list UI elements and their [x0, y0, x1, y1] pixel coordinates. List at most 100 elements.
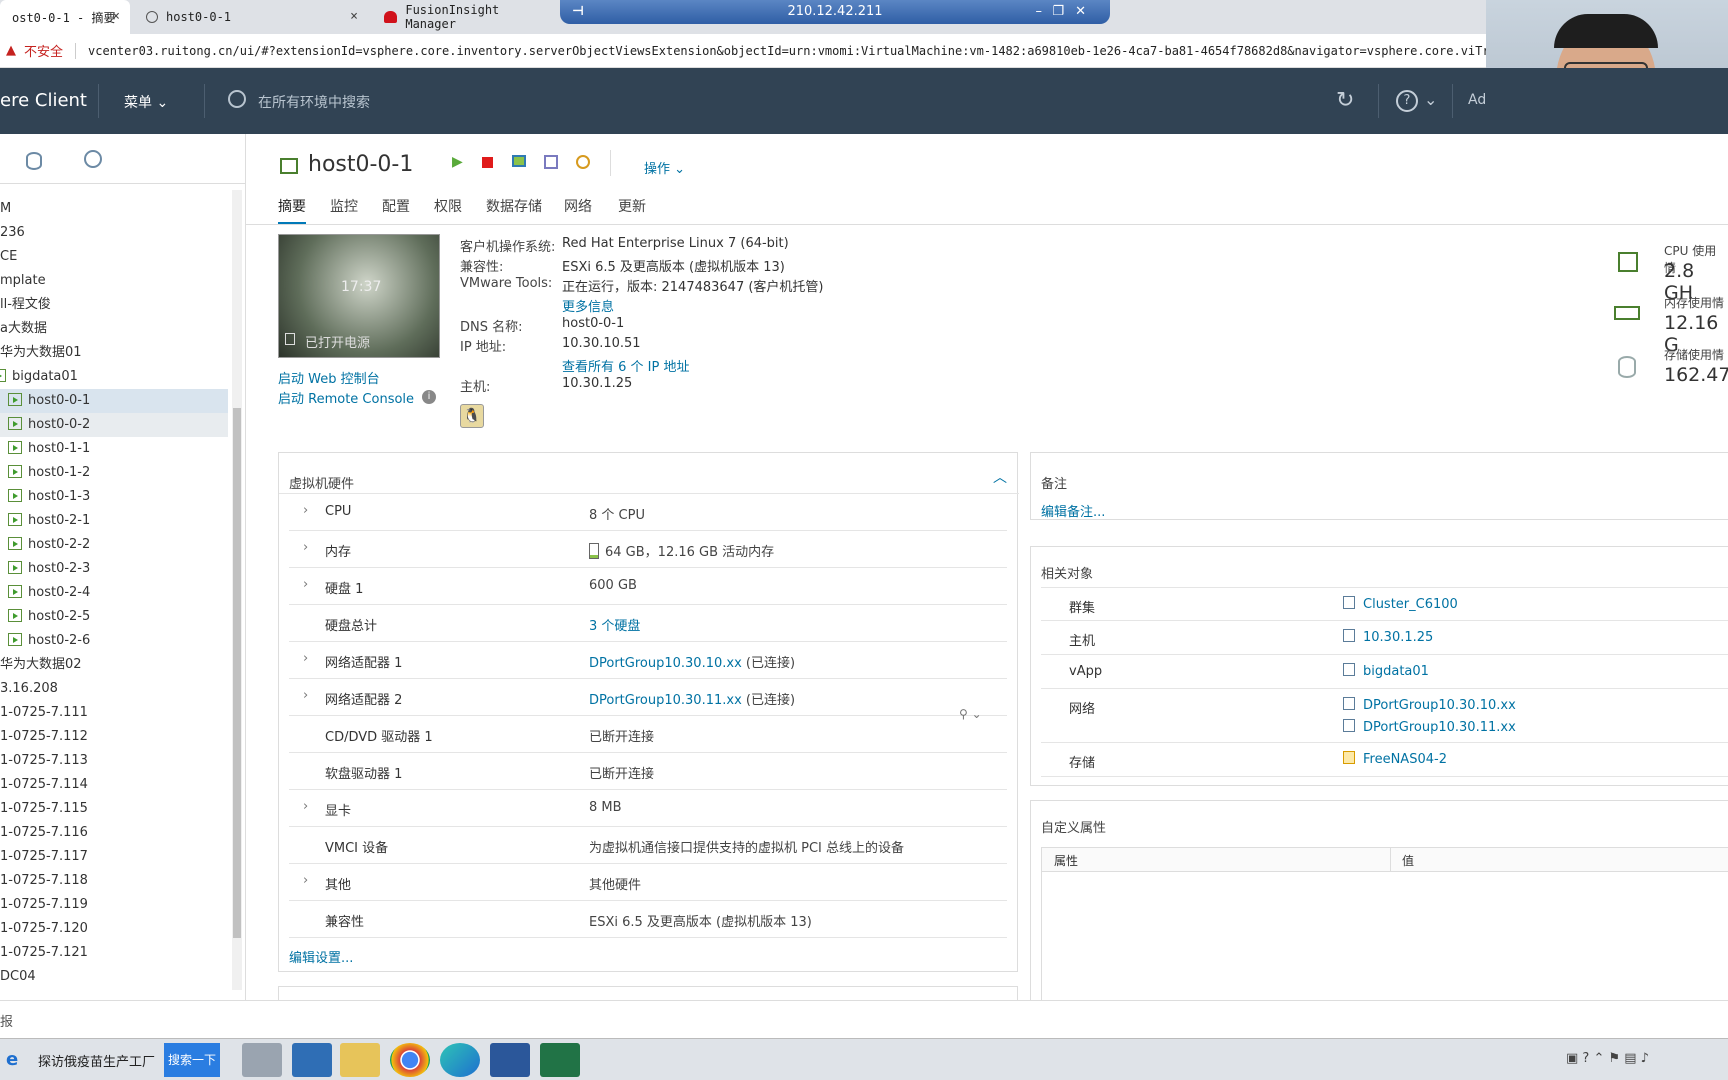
- tree-item[interactable]: host0-2-5: [0, 605, 90, 629]
- edit-settings-link[interactable]: 编辑设置...: [289, 947, 353, 966]
- tree-item[interactable]: host0-0-1: [0, 389, 228, 413]
- chevron-right-icon[interactable]: ›: [303, 540, 308, 555]
- hardware-value-link[interactable]: DPortGroup10.30.11.xx: [589, 693, 742, 708]
- hardware-value-link[interactable]: DPortGroup10.30.10.xx: [589, 656, 742, 671]
- launch-web-console-link[interactable]: 启动 Web 控制台: [278, 368, 380, 387]
- chrome-icon[interactable]: [390, 1043, 430, 1077]
- ie-icon[interactable]: e: [6, 1049, 18, 1070]
- tree-item[interactable]: 3.16.208: [0, 677, 58, 701]
- help-icon[interactable]: ?: [1396, 90, 1418, 112]
- vm-tab[interactable]: 监控: [330, 196, 358, 216]
- tree-item[interactable]: 1-0725-7.115: [0, 797, 88, 821]
- close-icon[interactable]: ×: [112, 9, 120, 24]
- power-on-icon[interactable]: ▶: [452, 154, 463, 170]
- related-object-link[interactable]: bigdata01: [1363, 664, 1429, 679]
- tree-item[interactable]: mplate: [0, 269, 46, 293]
- tree-item[interactable]: 华为大数据01: [0, 341, 82, 365]
- tree-item[interactable]: 1-0725-7.117: [0, 845, 88, 869]
- browser-tab-fusioninsight[interactable]: FusionInsight Manager: [372, 0, 562, 34]
- tree-item[interactable]: host0-0-2: [0, 413, 228, 437]
- search-button[interactable]: 搜索一下: [164, 1043, 220, 1077]
- chevron-right-icon[interactable]: ›: [303, 873, 308, 888]
- insecure-label[interactable]: 不安全: [24, 41, 63, 60]
- actions-dropdown[interactable]: 操作 ⌄: [644, 158, 685, 177]
- tree-item[interactable]: 华为大数据02: [0, 653, 82, 677]
- vm-tab[interactable]: 摘要: [278, 196, 306, 225]
- network-tool-icon[interactable]: [242, 1043, 282, 1077]
- info-icon[interactable]: i: [422, 390, 436, 404]
- launch-remote-console-link[interactable]: 启动 Remote Console: [278, 388, 414, 407]
- hardware-row[interactable]: › 显卡 8 MB: [289, 790, 1007, 827]
- edit-settings-icon[interactable]: [544, 155, 558, 169]
- tree-item[interactable]: 1-0725-7.114: [0, 773, 88, 797]
- related-object-link[interactable]: DPortGroup10.30.10.xx: [1363, 698, 1516, 713]
- hardware-value-link[interactable]: 3 个硬盘: [589, 619, 640, 634]
- tree-item[interactable]: host0-2-2: [0, 533, 90, 557]
- tree-item[interactable]: 1-0725-7.121: [0, 941, 88, 965]
- attr-column-header[interactable]: 属性: [1054, 852, 1078, 869]
- tree-item[interactable]: host0-2-3: [0, 557, 90, 581]
- tree-item[interactable]: M: [0, 197, 11, 221]
- snapshot-icon[interactable]: [576, 155, 590, 169]
- chevron-down-icon[interactable]: ⌄: [1424, 90, 1437, 109]
- tree-item[interactable]: DC04: [0, 965, 36, 989]
- powershell-icon[interactable]: [292, 1043, 332, 1077]
- tree-item[interactable]: ll-程文俊: [0, 293, 51, 317]
- tree-item[interactable]: 1-0725-7.111: [0, 701, 88, 725]
- hardware-row[interactable]: › 网络适配器 1 DPortGroup10.30.10.xx (已连接): [289, 642, 1007, 679]
- related-object-link[interactable]: FreeNAS04-2: [1363, 752, 1447, 767]
- rdp-connection-bar[interactable]: ⊣ 210.12.42.211 – ❐ ✕: [560, 0, 1110, 24]
- address-bar[interactable]: ▲ 不安全 vcenter03.ruitong.cn/ui/#?extensio…: [0, 34, 1728, 68]
- value-column-header[interactable]: 值: [1402, 852, 1414, 869]
- tree-item[interactable]: bigdata01: [0, 365, 78, 389]
- close-icon[interactable]: ✕: [1075, 0, 1086, 24]
- vm-tab[interactable]: 权限: [434, 196, 462, 216]
- minimize-icon[interactable]: –: [1036, 0, 1043, 24]
- related-object-link[interactable]: Cluster_C6100: [1363, 597, 1458, 612]
- word-icon[interactable]: [490, 1043, 530, 1077]
- tree-item[interactable]: host0-1-1: [0, 437, 90, 461]
- network-globe-icon[interactable]: [84, 150, 102, 168]
- tree-item[interactable]: 1-0725-7.118: [0, 869, 88, 893]
- related-object-link[interactable]: 10.30.1.25: [1363, 630, 1433, 645]
- vm-tab[interactable]: 配置: [382, 196, 410, 216]
- chevron-right-icon[interactable]: ›: [303, 688, 308, 703]
- view-all-ips-link[interactable]: 查看所有 6 个 IP 地址: [562, 356, 689, 375]
- tree-item[interactable]: 1-0725-7.112: [0, 725, 88, 749]
- hardware-row[interactable]: › CPU 8 个 CPU: [289, 494, 1007, 531]
- restore-icon[interactable]: ❐: [1052, 0, 1064, 24]
- tree-item[interactable]: host0-2-4: [0, 581, 90, 605]
- menu-dropdown[interactable]: 菜单 ⌄: [124, 92, 168, 112]
- more-info-link[interactable]: 更多信息: [562, 296, 614, 315]
- tree-item[interactable]: host0-1-3: [0, 485, 90, 509]
- tree-item[interactable]: host0-1-2: [0, 461, 90, 485]
- user-menu[interactable]: Ad: [1468, 92, 1486, 108]
- vm-tab[interactable]: 更新: [618, 196, 646, 216]
- tree-item[interactable]: 1-0725-7.113: [0, 749, 88, 773]
- chevron-right-icon[interactable]: ›: [303, 503, 308, 518]
- related-object-link[interactable]: DPortGroup10.30.11.xx: [1363, 720, 1516, 735]
- tree-item[interactable]: 236: [0, 221, 25, 245]
- console-thumbnail[interactable]: 17:37 已打开电源: [278, 234, 440, 358]
- collapse-icon[interactable]: ︿: [993, 467, 1007, 487]
- tree-item[interactable]: host0-2-6: [0, 629, 90, 653]
- tree-item[interactable]: host0-2-1: [0, 509, 90, 533]
- global-search-input[interactable]: 在所有环境中搜索: [258, 92, 370, 112]
- vm-tab[interactable]: 数据存储: [486, 196, 542, 216]
- excel-icon[interactable]: [540, 1043, 580, 1077]
- chevron-right-icon[interactable]: ›: [303, 577, 308, 592]
- database-icon[interactable]: [26, 152, 42, 170]
- tray-icons[interactable]: ▣ ? ⌃ ⚑ ▤ ♪: [1566, 1051, 1649, 1066]
- hardware-row[interactable]: › 其他 其他硬件: [289, 864, 1007, 901]
- vm-tab[interactable]: 网络: [564, 196, 592, 216]
- power-off-icon[interactable]: [482, 157, 493, 168]
- chevron-right-icon[interactable]: ›: [303, 799, 308, 814]
- tree-item[interactable]: 1-0725-7.119: [0, 893, 88, 917]
- edit-notes-link[interactable]: 编辑备注...: [1041, 501, 1105, 520]
- tree-item[interactable]: 1-0725-7.120: [0, 917, 88, 941]
- url-text[interactable]: vcenter03.ruitong.cn/ui/#?extensionId=vs…: [88, 44, 1533, 58]
- browser-tab-host[interactable]: host0-0-1 ×: [134, 0, 368, 34]
- browser-tab-summary[interactable]: ost0-0-1 - 摘要 ×: [0, 0, 130, 34]
- hardware-row[interactable]: › 网络适配器 2 DPortGroup10.30.11.xx (已连接): [289, 679, 1007, 716]
- refresh-icon[interactable]: ↻: [1336, 88, 1354, 113]
